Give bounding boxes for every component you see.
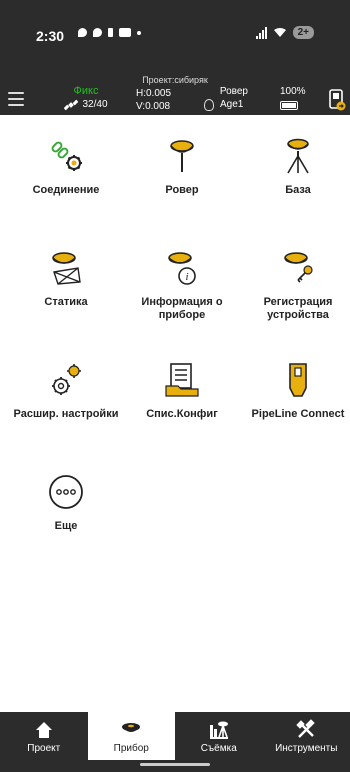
- age-value: Age1: [220, 99, 244, 110]
- rover-tile[interactable]: Ровер: [124, 130, 240, 242]
- menu-icon-line: [8, 104, 24, 106]
- gnss-info-bar: Фикс 32/40 H:0.005 V:0.008 Ровер Age1 10…: [0, 85, 350, 115]
- tile-label: База: [285, 184, 311, 196]
- battery-icon: [280, 101, 298, 110]
- mode-label: Ровер: [219, 86, 248, 97]
- connection-tile[interactable]: Соединение: [8, 130, 124, 242]
- static-tile[interactable]: Статика: [8, 242, 124, 354]
- pipeline-connect-tile[interactable]: PipeLine Connect: [240, 354, 350, 466]
- battery-status-icon: 2+: [292, 26, 314, 39]
- device-info-tile[interactable]: i Информация о приборе: [124, 242, 240, 354]
- tile-label: Ровер: [165, 184, 199, 196]
- tab-project[interactable]: Проект: [0, 712, 88, 760]
- tile-label: Информация о приборе: [141, 296, 223, 321]
- bottom-tab-bar: Проект Прибор Съёмка Инструменты: [0, 712, 350, 760]
- device-register-key-icon: [284, 252, 313, 283]
- home-icon: [35, 721, 52, 738]
- connection-gear-icon: [51, 141, 82, 171]
- menu-icon-line: [8, 98, 24, 100]
- receiver-battery-block: 100%: [280, 85, 310, 110]
- tile-label: Спис.Конфиг: [146, 408, 218, 420]
- tab-label: Прибор: [113, 742, 149, 754]
- signal-icon: [255, 26, 267, 39]
- advanced-settings-gears-icon: [52, 364, 81, 395]
- config-list-icon: [165, 363, 199, 397]
- device-info-icon: i: [168, 252, 196, 285]
- tab-tools[interactable]: Инструменты: [263, 712, 350, 760]
- home-indicator[interactable]: [140, 763, 210, 766]
- tab-label: Проект: [27, 742, 61, 754]
- base-tripod-icon: [287, 138, 309, 174]
- tools-icon: [296, 718, 315, 738]
- satellite-count: 32/40: [82, 99, 108, 110]
- project-name: Проект:сибиряк: [0, 75, 350, 85]
- tab-label: Инструменты: [275, 742, 338, 754]
- wifi-icon: [273, 28, 286, 37]
- chat-notification-icon-2: [93, 28, 102, 37]
- tab-device[interactable]: Прибор: [87, 712, 175, 760]
- fix-status-block[interactable]: Фикс 32/40: [56, 85, 116, 112]
- gesture-bar: [0, 760, 350, 772]
- tile-label: Регистрация устройства: [263, 296, 333, 321]
- device-switch-icon[interactable]: [328, 89, 346, 111]
- menu-icon-line: [8, 92, 24, 94]
- bulb-icon: [204, 99, 214, 111]
- advanced-settings-tile[interactable]: Расшир. настройки: [8, 354, 124, 466]
- device-registration-tile[interactable]: Регистрация устройства: [240, 242, 350, 354]
- satellite-icon: [64, 99, 79, 111]
- device-menu-grid: Соединение Ровер База Статика i Информац…: [8, 130, 348, 578]
- pipeline-connect-icon: [289, 363, 307, 397]
- static-survey-icon: [52, 252, 81, 285]
- notification-icons: [78, 28, 141, 37]
- receiver-icon: [122, 722, 141, 732]
- system-icons: 2+: [255, 26, 314, 39]
- fix-status: Фикс: [73, 85, 99, 97]
- tile-label: Статика: [44, 296, 88, 308]
- tile-label: Еще: [54, 520, 78, 532]
- tile-label: PipeLine Connect: [251, 408, 345, 420]
- v-precision: V:0.008: [136, 101, 171, 112]
- rover-receiver-icon: [170, 140, 194, 172]
- survey-icon: [209, 721, 228, 739]
- battery-percent: 100%: [280, 86, 306, 97]
- chat-notification-icon: [78, 28, 87, 37]
- tab-label: Съёмка: [200, 742, 237, 754]
- more-dots-icon: [49, 475, 83, 509]
- mail-notification-icon: [119, 28, 131, 37]
- svg-text:i: i: [185, 271, 188, 283]
- tile-label: Расшир. настройки: [13, 408, 119, 420]
- more-tile[interactable]: Еще: [8, 466, 124, 578]
- menu-button[interactable]: [8, 92, 24, 106]
- notification-icon: [108, 28, 113, 37]
- config-list-tile[interactable]: Спис.Конфиг: [124, 354, 240, 466]
- precision-block: H:0.005 V:0.008: [136, 87, 171, 113]
- status-time: 2:30: [36, 28, 65, 44]
- mode-block: Ровер Age1: [200, 85, 260, 112]
- tab-survey[interactable]: Съёмка: [175, 712, 263, 760]
- h-precision: H:0.005: [136, 88, 172, 99]
- base-tile[interactable]: База: [240, 130, 350, 242]
- more-notifications-dot-icon: [137, 30, 141, 35]
- system-status-bar: 2:30 2+: [0, 0, 350, 75]
- tile-label: Соединение: [32, 184, 100, 196]
